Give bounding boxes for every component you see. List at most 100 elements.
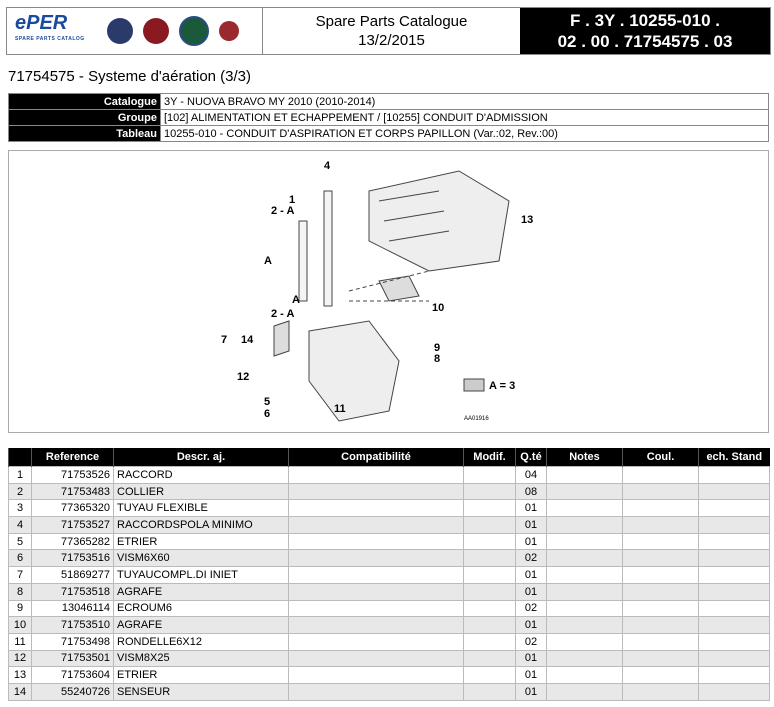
column-header: Modif. [463,448,516,467]
quantity-cell: 01 [515,532,547,551]
quantity-cell: 01 [515,649,547,668]
table-row[interactable]: 13 71753604 ETRIER 01 [8,666,770,684]
table-row[interactable]: 10 71753510 AGRAFE 01 [8,616,770,634]
exchange-standard-cell [698,516,770,534]
modif-cell [463,616,516,634]
lancia-logo [106,18,133,44]
modif-cell [463,649,516,668]
exchange-standard-cell [698,466,770,484]
svg-text:6: 6 [264,408,270,420]
table-row[interactable]: 12 71753501 VISM8X25 01 [8,649,770,668]
row-number-cell: 1 [8,466,32,484]
info-table: Catalogue 3Y - NUOVA BRAVO MY 2010 (2010-… [8,93,769,142]
row-number-cell: 12 [8,649,32,668]
table-row[interactable]: 8 71753518 AGRAFE 01 [8,582,770,601]
table-row[interactable]: 14 55240726 SENSEUR 01 [8,682,770,701]
reference-cell: 71753604 [31,666,114,684]
info-value: [102] ALIMENTATION ET ECHAPPEMENT / [102… [160,109,769,126]
description-cell: RACCORDSPOLA MINIMO [113,516,289,534]
description-cell: VISM6X60 [113,549,289,568]
row-number-cell: 2 [8,482,32,501]
table-row[interactable]: 9 13046114 ECROUM6 02 [8,599,770,618]
compatibility-cell [288,482,464,501]
exchange-standard-cell [698,532,770,551]
svg-text:2 - A: 2 - A [271,308,294,320]
row-number-cell: 7 [8,566,32,584]
modif-cell [463,599,516,618]
exchange-standard-cell [698,649,770,668]
row-number-cell: 11 [8,632,32,651]
modif-cell [463,582,516,601]
reference-cell: 71753518 [31,582,114,601]
eper-logo: ePER SPARE PARTS CATALOG [15,12,85,42]
svg-text:11: 11 [334,403,346,415]
color-cell [622,649,699,668]
exchange-standard-cell [698,482,770,501]
color-cell [622,466,699,484]
compatibility-cell [288,632,464,651]
notes-cell [546,632,623,651]
color-cell [622,549,699,568]
modif-cell [463,566,516,584]
fiat-professional-logo [218,21,239,41]
row-number-cell: 4 [8,516,32,534]
quantity-cell: 08 [515,482,547,501]
table-row[interactable]: 1 71753526 RACCORD 04 [8,466,770,484]
reference-cell: 55240726 [31,682,114,701]
row-number-cell: 3 [8,499,32,518]
column-header: Compatibilité [288,448,464,467]
svg-text:A: A [292,294,300,306]
modif-cell [463,499,516,518]
notes-cell [546,549,623,568]
table-row[interactable]: 7 51869277 TUYAUCOMPL.DI INIET 01 [8,566,770,584]
table-row[interactable]: 3 77365320 TUYAU FLEXIBLE 01 [8,499,770,518]
compatibility-cell [288,516,464,534]
table-row[interactable]: 5 77365282 ETRIER 01 [8,532,770,551]
description-cell: AGRAFE [113,582,289,601]
compatibility-cell [288,649,464,668]
description-cell: RACCORD [113,466,289,484]
catalogue-code: F . 3Y . 10255-010 . 02 . 00 . 71754575 .… [520,8,770,54]
row-number-cell: 9 [8,599,32,618]
table-row[interactable]: 4 71753527 RACCORDSPOLA MINIMO 01 [8,516,770,534]
quantity-cell: 01 [515,566,547,584]
color-cell [622,682,699,701]
reference-cell: 71753526 [31,466,114,484]
row-number-cell: 10 [8,616,32,634]
color-cell [622,599,699,618]
info-label: Catalogue [8,93,161,110]
exchange-standard-cell [698,549,770,568]
table-row[interactable]: 2 71753483 COLLIER 08 [8,482,770,501]
description-cell: RONDELLE6X12 [113,632,289,651]
reference-cell: 71753516 [31,549,114,568]
quantity-cell: 02 [515,549,547,568]
notes-cell [546,582,623,601]
catalogue-title: Spare Parts Catalogue 13/2/2015 [315,13,468,49]
diagram-ref: AA01916 [464,416,489,422]
modif-cell [463,549,516,568]
color-cell [622,616,699,634]
table-row[interactable]: 11 71753498 RONDELLE6X12 02 [8,632,770,651]
exchange-standard-cell [698,566,770,584]
svg-text:12: 12 [237,371,249,383]
description-cell: TUYAU FLEXIBLE [113,499,289,518]
table-row[interactable]: 6 71753516 VISM6X60 02 [8,549,770,568]
compatibility-cell [288,532,464,551]
header: ePER SPARE PARTS CATALOG Spare Parts Cata… [6,7,771,55]
svg-text:13: 13 [521,214,533,226]
description-cell: TUYAUCOMPL.DI INIET [113,566,289,584]
reference-cell: 71753510 [31,616,114,634]
quantity-cell: 01 [515,666,547,684]
modif-cell [463,516,516,534]
svg-text:10: 10 [432,302,444,314]
reference-cell: 77365282 [31,532,114,551]
quantity-cell: 04 [515,466,547,484]
column-header: Descr. aj. [113,448,289,467]
compatibility-cell [288,616,464,634]
modif-cell [463,466,516,484]
notes-cell [546,516,623,534]
notes-cell [546,499,623,518]
info-value: 10255-010 - CONDUIT D'ASPIRATION ET CORP… [160,125,769,142]
brand-logos: ePER SPARE PARTS CATALOG [7,8,263,54]
row-number-cell: 6 [8,549,32,568]
